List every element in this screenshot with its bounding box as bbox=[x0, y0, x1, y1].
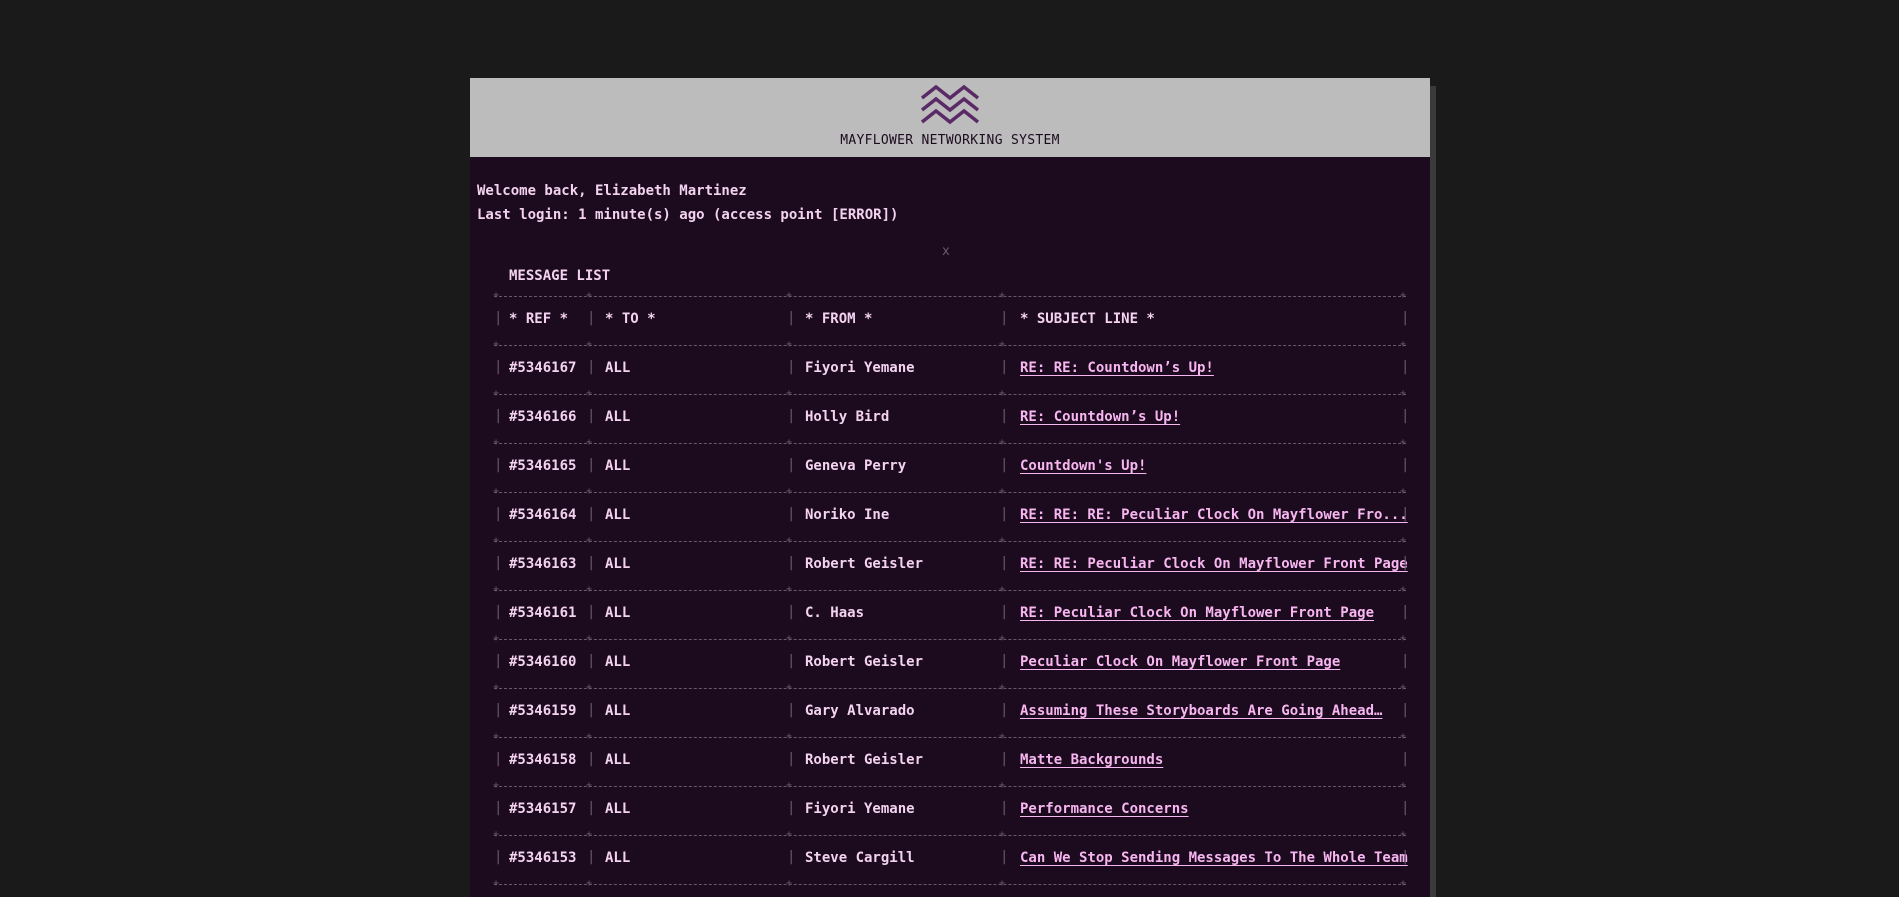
message-subject-link[interactable]: RE: Peculiar Clock On Mayflower Front Pa… bbox=[1020, 605, 1374, 621]
column-header-from: * FROM * bbox=[805, 311, 873, 327]
message-from: Noriko Ine bbox=[805, 507, 890, 523]
table-row: | #5346153 | ALL | Steve Cargill | Can We Stop … bbox=[494, 849, 1410, 866]
column-header-ref: * REF * bbox=[509, 311, 569, 327]
message-ref: #5346164 bbox=[509, 507, 577, 523]
message-to: ALL bbox=[605, 752, 631, 768]
message-ref: #5346166 bbox=[509, 409, 577, 425]
message-from: Robert Geisler bbox=[805, 654, 924, 670]
system-title: MAYFLOWER NETWORKING SYSTEM bbox=[840, 133, 1060, 148]
table-row: | #5346167 | ALL | Fiyori Yemane | RE: RE: Coun… bbox=[494, 359, 1410, 376]
table-row: | #5346161 | ALL | C. Haas | RE: Peculiar Clock… bbox=[494, 604, 1410, 621]
triple-chevron-up-icon bbox=[920, 84, 980, 125]
message-from: Gary Alvarado bbox=[805, 703, 915, 719]
message-to: ALL bbox=[605, 801, 631, 817]
message-subject-link[interactable]: Performance Concerns bbox=[1020, 801, 1189, 817]
table-row: | #5346163 | ALL | Robert Geisler | RE: RE: Pec… bbox=[494, 555, 1410, 572]
last-login-info: Last login: 1 minute(s) ago (access poin… bbox=[477, 207, 899, 223]
message-from: C. Haas bbox=[805, 605, 865, 621]
message-subject-link[interactable]: Peculiar Clock On Mayflower Front Page bbox=[1020, 654, 1340, 670]
close-button[interactable]: x bbox=[942, 244, 950, 259]
terminal-window: MAYFLOWER NETWORKING SYSTEM Welcome back… bbox=[470, 78, 1430, 897]
message-from: Robert Geisler bbox=[805, 752, 924, 768]
table-row: | #5346159 | ALL | Gary Alvarado | Assuming The… bbox=[494, 702, 1410, 719]
message-from: Holly Bird bbox=[805, 409, 890, 425]
table-row: | #5346166 | ALL | Holly Bird | RE: Countdown’s… bbox=[494, 408, 1410, 425]
message-from: Robert Geisler bbox=[805, 556, 924, 572]
message-subject-link[interactable]: Can We Stop Sending Messages To The Whol… bbox=[1020, 850, 1408, 866]
column-header-subject: * SUBJECT LINE * bbox=[1020, 311, 1155, 327]
message-to: ALL bbox=[605, 556, 631, 572]
table-row: | #5346157 | ALL | Fiyori Yemane | Performance … bbox=[494, 800, 1410, 817]
message-ref: #5346160 bbox=[509, 654, 577, 670]
table-header-row: | * REF * | * TO * | * FROM * | * SUBJEC… bbox=[494, 310, 1410, 327]
welcome-message: Welcome back, Elizabeth Martinez bbox=[477, 183, 747, 199]
table-row: | #5346158 | ALL | Robert Geisler | Matte Backg… bbox=[494, 751, 1410, 768]
column-header-to: * TO * bbox=[605, 311, 656, 327]
message-rows: | #5346167 | ALL | Fiyori Yemane | RE: RE: Coun… bbox=[493, 346, 1410, 889]
message-list-title: MESSAGE LIST bbox=[509, 268, 611, 284]
message-table: + + + + + | * REF * | * TO * | * FROM * | * … bbox=[493, 286, 1410, 889]
message-ref: #5346165 bbox=[509, 458, 577, 474]
message-to: ALL bbox=[605, 654, 631, 670]
message-subject-link[interactable]: Assuming These Storyboards Are Going Ahe… bbox=[1020, 703, 1382, 719]
message-to: ALL bbox=[605, 605, 631, 621]
table-row: | #5346160 | ALL | Robert Geisler | Peculiar Cl… bbox=[494, 653, 1410, 670]
message-from: Fiyori Yemane bbox=[805, 801, 915, 817]
message-ref: #5346163 bbox=[509, 556, 577, 572]
message-to: ALL bbox=[605, 458, 631, 474]
table-row: | #5346165 | ALL | Geneva Perry | Countdown's U… bbox=[494, 457, 1410, 474]
message-subject-link[interactable]: RE: RE: Peculiar Clock On Mayflower Fron… bbox=[1020, 556, 1408, 572]
message-ref: #5346161 bbox=[509, 605, 577, 621]
message-from: Fiyori Yemane bbox=[805, 360, 915, 376]
message-subject-link[interactable]: Countdown's Up! bbox=[1020, 458, 1146, 474]
window-shadow bbox=[1430, 86, 1436, 897]
message-ref: #5346153 bbox=[509, 850, 577, 866]
message-from: Geneva Perry bbox=[805, 458, 907, 474]
message-from: Steve Cargill bbox=[805, 850, 915, 866]
message-subject-link[interactable]: RE: RE: RE: Peculiar Clock On Mayflower … bbox=[1020, 507, 1408, 523]
message-ref: #5346157 bbox=[509, 801, 577, 817]
message-to: ALL bbox=[605, 850, 631, 866]
message-to: ALL bbox=[605, 507, 631, 523]
welcome-block: Welcome back, Elizabeth Martinez Last lo… bbox=[477, 179, 898, 227]
message-subject-link[interactable]: RE: RE: Countdown’s Up! bbox=[1020, 360, 1214, 376]
system-header: MAYFLOWER NETWORKING SYSTEM bbox=[470, 78, 1430, 157]
table-row: | #5346164 | ALL | Noriko Ine | RE: RE: RE: Pec… bbox=[494, 506, 1410, 523]
table-separator: + + + + + bbox=[493, 878, 1407, 889]
message-ref: #5346167 bbox=[509, 360, 577, 376]
message-to: ALL bbox=[605, 703, 631, 719]
message-subject-link[interactable]: RE: Countdown’s Up! bbox=[1020, 409, 1180, 425]
message-subject-link[interactable]: Matte Backgrounds bbox=[1020, 752, 1163, 768]
message-to: ALL bbox=[605, 360, 631, 376]
message-ref: #5346158 bbox=[509, 752, 577, 768]
message-to: ALL bbox=[605, 409, 631, 425]
message-ref: #5346159 bbox=[509, 703, 577, 719]
